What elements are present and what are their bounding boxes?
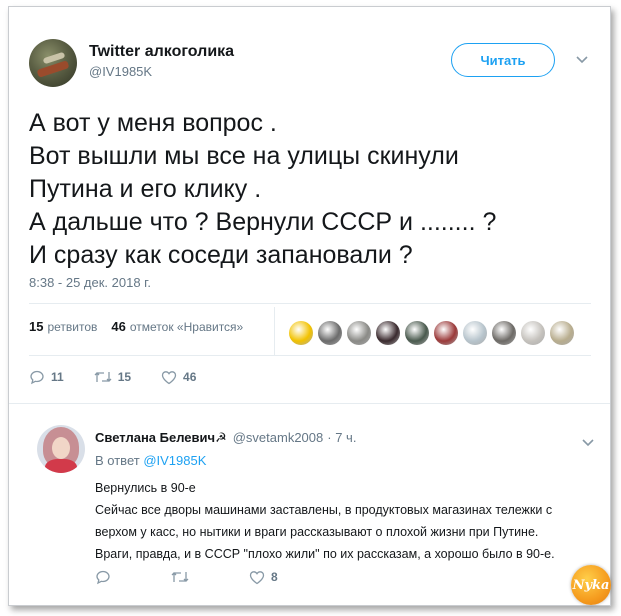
- liker-avatar-6[interactable]: [434, 321, 458, 345]
- retweet-icon: [94, 372, 112, 382]
- reply-to-prefix: В ответ: [95, 453, 140, 468]
- liker-avatar-3[interactable]: [347, 321, 371, 345]
- tweet-text-line: И сразу как соседи запановали ?: [29, 241, 413, 269]
- retweets-label[interactable]: ретвитов: [47, 320, 97, 334]
- tweet-timestamp[interactable]: 8:38 - 25 дек. 2018 г.: [29, 275, 151, 290]
- tweet-text-line: А дальше что ? Вернули СССР и ........ ?: [29, 208, 497, 236]
- liker-avatar-7[interactable]: [463, 321, 487, 345]
- retweet-count: 15: [117, 370, 132, 384]
- reply-text-line: Вернулись в 90-е: [95, 481, 196, 495]
- divider: [29, 355, 591, 356]
- reply-reply-button[interactable]: [95, 569, 117, 585]
- reply-time[interactable]: · 7 ч.: [327, 430, 356, 445]
- tweet-text-line: Вот вышли мы все на улицы скинули: [29, 142, 459, 170]
- reply-like-count: 8: [271, 570, 278, 584]
- reply-author-name[interactable]: Светлана Белевич☭: [95, 430, 227, 446]
- liker-avatar-5[interactable]: [405, 321, 429, 345]
- reply-count: 11: [51, 370, 64, 384]
- reply-to-link[interactable]: @IV1985K: [143, 453, 206, 468]
- liker-avatars: [289, 321, 579, 345]
- reply-header: Светлана Белевич☭ @svetamk2008 · 7 ч.: [95, 430, 356, 446]
- reply-text-line: Враги, правда, и в СССР "плохо жили" по …: [95, 547, 555, 561]
- tweet-actions: 11 15 46: [29, 369, 226, 385]
- liker-avatar-4[interactable]: [376, 321, 400, 345]
- liker-avatar-1[interactable]: [289, 321, 313, 345]
- heart-icon: [161, 370, 177, 384]
- reply-like-button[interactable]: 8: [249, 570, 278, 585]
- author-avatar[interactable]: [29, 39, 77, 87]
- reply-to-line: В ответ @IV1985K: [95, 453, 206, 468]
- tweet-text-line: А вот у меня вопрос .: [29, 109, 277, 137]
- tweet-card: Twitter алкоголика @IV1985K Читать А вот…: [8, 6, 611, 606]
- divider: [9, 403, 610, 404]
- follow-button[interactable]: Читать: [451, 43, 555, 77]
- liker-avatar-9[interactable]: [521, 321, 545, 345]
- liker-avatar-10[interactable]: [550, 321, 574, 345]
- reply-button[interactable]: 11: [29, 369, 64, 385]
- like-count: 46: [183, 370, 197, 384]
- likes-count[interactable]: 46: [111, 319, 125, 334]
- like-button[interactable]: 46: [161, 370, 196, 385]
- reply-icon: [30, 370, 44, 385]
- likes-label[interactable]: отметок «Нравится»: [130, 320, 243, 334]
- retweet-icon: [171, 572, 189, 582]
- retweet-button[interactable]: 15: [94, 370, 131, 384]
- reply-actions: 8: [95, 569, 332, 585]
- reply-icon: [96, 570, 110, 585]
- stats-separator: [274, 307, 275, 355]
- reply-text: Вернулись в 90-е Сейчас все дворы машина…: [95, 477, 605, 565]
- reply-author-handle[interactable]: @svetamk2008: [233, 430, 324, 445]
- tweet-text: А вот у меня вопрос . Вот вышли мы все н…: [29, 107, 589, 272]
- heart-icon: [249, 570, 265, 584]
- watermark-logo: Nyka: [571, 565, 611, 605]
- tweet-text-line: Путина и его клику .: [29, 175, 262, 203]
- retweets-count[interactable]: 15: [29, 319, 43, 334]
- reply-retweet-button[interactable]: [171, 570, 195, 584]
- author-handle[interactable]: @IV1985K: [89, 64, 152, 79]
- liker-avatar-2[interactable]: [318, 321, 342, 345]
- chevron-down-icon[interactable]: [575, 53, 589, 67]
- divider: [29, 303, 591, 304]
- tweet-stats: 15 ретвитов 46 отметок «Нравится»: [29, 319, 243, 334]
- reply-author-avatar[interactable]: [37, 425, 85, 473]
- author-name[interactable]: Twitter алкоголика: [89, 43, 234, 61]
- liker-avatar-8[interactable]: [492, 321, 516, 345]
- reply-text-line: Сейчас все дворы машинами заставлены, в …: [95, 503, 553, 517]
- chevron-down-icon[interactable]: [582, 434, 594, 452]
- watermark-text: Nyka: [572, 577, 610, 593]
- reply-text-line: верхом у касс, но нытики и враги рассказ…: [95, 525, 539, 539]
